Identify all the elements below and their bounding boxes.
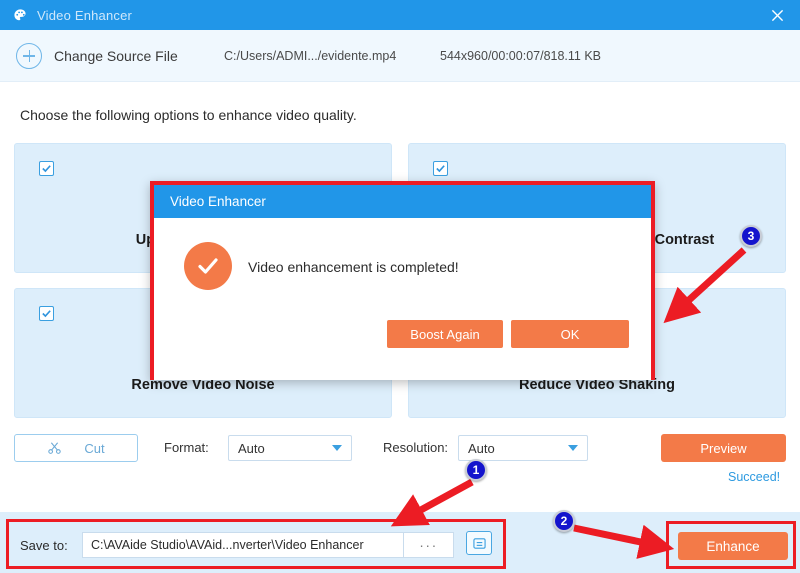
window-titlebar: Video Enhancer bbox=[0, 0, 800, 30]
modal-titlebar: Video Enhancer bbox=[154, 185, 651, 218]
ok-button[interactable]: OK bbox=[511, 320, 629, 348]
modal-message: Video enhancement is completed! bbox=[248, 259, 459, 275]
source-file-meta: 544x960/00:00:07/818.11 KB bbox=[440, 48, 602, 63]
close-icon[interactable] bbox=[754, 0, 800, 30]
plus-circle-icon[interactable] bbox=[16, 42, 42, 69]
save-path-value: C:\AVAide Studio\AVAid...nverter\Video E… bbox=[91, 538, 364, 552]
modal-title-text: Video Enhancer bbox=[170, 194, 266, 209]
open-folder-icon[interactable] bbox=[466, 531, 492, 555]
resolution-select[interactable]: Auto bbox=[458, 435, 588, 461]
boost-again-button[interactable]: Boost Again bbox=[387, 320, 503, 348]
format-select-value: Auto bbox=[238, 440, 265, 456]
change-source-file-button[interactable]: Change Source File bbox=[54, 48, 178, 64]
video-enhancer-window: Video Enhancer Change Source File C:/Use… bbox=[0, 0, 800, 573]
resolution-select-value: Auto bbox=[468, 440, 495, 456]
chevron-down-icon bbox=[568, 445, 578, 451]
completion-modal: Video Enhancer Video enhancement is comp… bbox=[150, 181, 655, 380]
source-file-bar: Change Source File C:/Users/ADMI.../evid… bbox=[0, 30, 800, 82]
scissors-icon bbox=[47, 441, 62, 455]
checkbox-brightness-contrast[interactable] bbox=[433, 161, 448, 176]
enhance-button[interactable]: Enhance bbox=[678, 532, 788, 560]
preview-button[interactable]: Preview bbox=[661, 434, 786, 462]
format-label: Format: bbox=[164, 440, 209, 455]
save-path-input[interactable]: C:\AVAide Studio\AVAid...nverter\Video E… bbox=[82, 532, 404, 558]
instruction-text: Choose the following options to enhance … bbox=[20, 107, 357, 123]
browse-button[interactable]: ··· bbox=[404, 532, 454, 558]
resolution-label: Resolution: bbox=[383, 440, 449, 455]
annotation-badge-1: 1 bbox=[465, 459, 487, 481]
modal-body: Video enhancement is completed! Boost Ag… bbox=[154, 218, 651, 380]
cut-button[interactable]: Cut bbox=[14, 434, 138, 462]
palette-icon bbox=[12, 7, 28, 23]
cut-button-label: Cut bbox=[84, 440, 105, 456]
succeed-status-link[interactable]: Succeed! bbox=[728, 470, 780, 484]
window-title: Video Enhancer bbox=[37, 7, 133, 23]
checkbox-upscale-resolution[interactable] bbox=[39, 161, 54, 176]
checkbox-remove-noise[interactable] bbox=[39, 306, 54, 321]
chevron-down-icon bbox=[332, 445, 342, 451]
annotation-badge-2: 2 bbox=[553, 510, 575, 532]
source-file-path: C:/Users/ADMI.../evidente.mp4 bbox=[224, 48, 397, 63]
format-select[interactable]: Auto bbox=[228, 435, 352, 461]
annotation-badge-3: 3 bbox=[740, 225, 762, 247]
save-to-label: Save to: bbox=[20, 538, 68, 553]
check-circle-icon bbox=[184, 242, 232, 290]
